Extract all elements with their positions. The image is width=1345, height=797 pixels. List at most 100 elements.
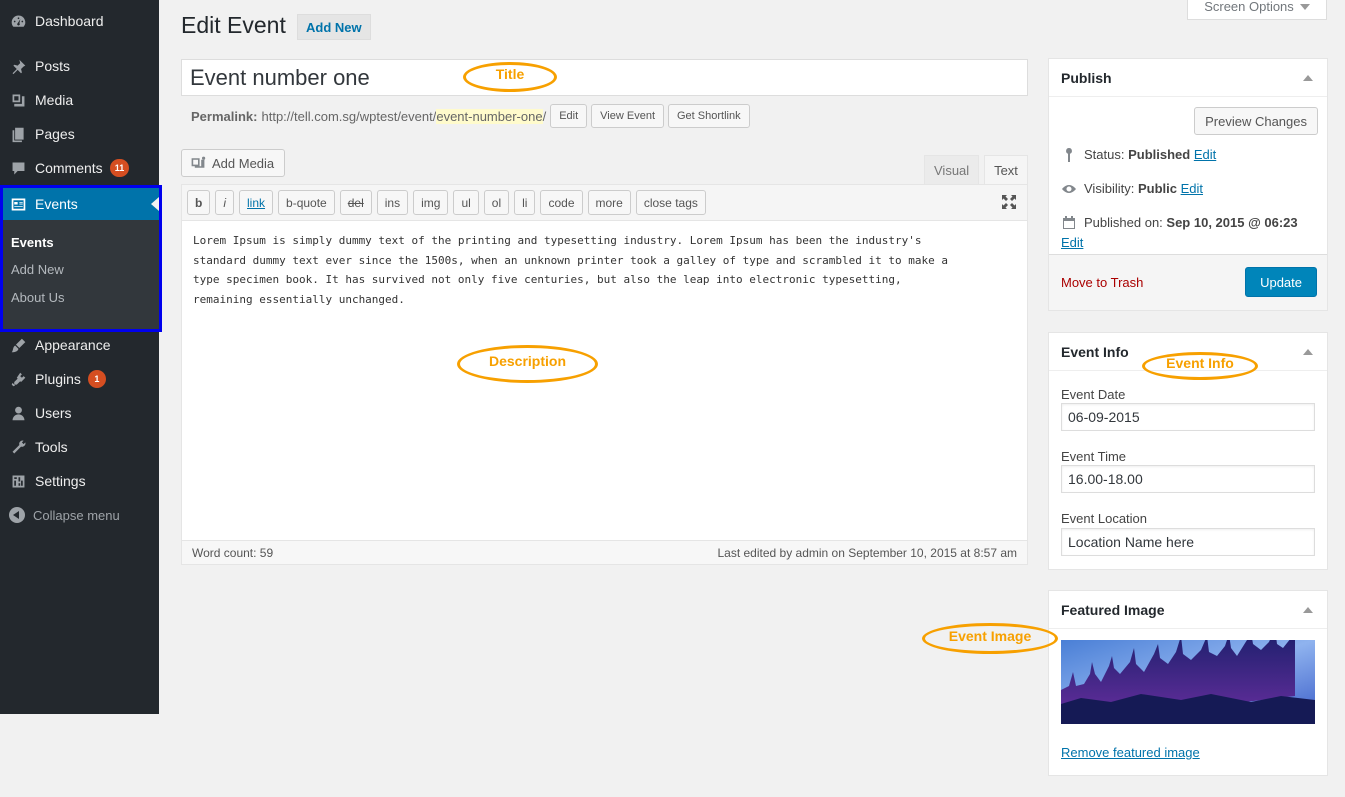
- qt-link-button[interactable]: link: [239, 190, 274, 215]
- qt-ol-button[interactable]: ol: [483, 190, 510, 215]
- qt-close-tags-button[interactable]: close tags: [635, 190, 706, 215]
- featured-image-header[interactable]: Featured Image: [1049, 591, 1327, 629]
- permalink-trail: /: [542, 108, 547, 124]
- settings-icon: [9, 472, 27, 490]
- fullscreen-icon[interactable]: [1001, 194, 1017, 210]
- eye-icon: [1062, 185, 1076, 193]
- update-button[interactable]: Update: [1245, 267, 1317, 297]
- qt-img-button[interactable]: img: [413, 190, 449, 215]
- sidebar-item-label: Events: [35, 196, 78, 212]
- sidebar-item-label: Pages: [35, 126, 75, 142]
- sidebar-item-label: Settings: [35, 473, 86, 489]
- get-shortlink-button[interactable]: Get Shortlink: [668, 104, 750, 128]
- screen-options-toggle[interactable]: Screen Options: [1187, 0, 1327, 20]
- edit-status-link[interactable]: Edit: [1194, 147, 1216, 162]
- collapse-menu-button[interactable]: Collapse menu: [0, 502, 120, 528]
- edit-date-link[interactable]: Edit: [1061, 235, 1083, 250]
- sidebar-item-label: Comments: [35, 160, 103, 176]
- sidebar-item-users[interactable]: Users: [0, 396, 159, 430]
- current-menu-arrow: [151, 197, 159, 211]
- sidebar-item-tools[interactable]: Tools: [0, 430, 159, 464]
- annotation-title: Title: [463, 62, 557, 92]
- event-info-title: Event Info: [1061, 343, 1129, 360]
- collapse-toggle-icon[interactable]: [1303, 349, 1313, 355]
- qt-bold-button[interactable]: b: [187, 190, 211, 215]
- permalink-slug[interactable]: event-number-one: [436, 108, 543, 124]
- event-date-input[interactable]: 06-09-2015: [1061, 403, 1315, 431]
- permalink-row: Permalink: http://tell.com.sg/wptest/eve…: [191, 104, 750, 128]
- sidebar-item-media[interactable]: Media: [0, 83, 159, 117]
- submenu-item-add-new[interactable]: Add New: [11, 262, 64, 277]
- plugin-icon: [9, 370, 27, 388]
- event-time-input[interactable]: 16.00-18.00: [1061, 465, 1315, 493]
- pin-icon: [9, 57, 27, 75]
- featured-image-box: Featured Image Remove featured image: [1048, 590, 1328, 776]
- content-textarea[interactable]: Lorem Ipsum is simply dummy text of the …: [193, 231, 1013, 309]
- user-icon: [9, 404, 27, 422]
- collapse-arrow-icon: [9, 507, 25, 523]
- published-on-row: Published on: Sep 10, 2015 @ 06:23: [1061, 215, 1321, 233]
- qt-ul-button[interactable]: ul: [453, 190, 479, 215]
- qt-code-button[interactable]: code: [540, 190, 583, 215]
- collapse-menu-label: Collapse menu: [33, 507, 120, 523]
- published-label: Published on:: [1084, 215, 1163, 230]
- annotation-event-image: Event Image: [922, 623, 1058, 654]
- move-to-trash-link[interactable]: Move to Trash: [1061, 275, 1143, 290]
- visibility-label: Visibility:: [1084, 181, 1135, 196]
- sidebar-item-label: Users: [35, 405, 72, 421]
- preview-changes-button[interactable]: Preview Changes: [1194, 107, 1318, 135]
- event-location-input[interactable]: Location Name here: [1061, 528, 1315, 556]
- comments-count-badge: 11: [109, 159, 130, 177]
- add-media-label: Add Media: [212, 155, 275, 171]
- page-title: Edit Event: [181, 12, 286, 38]
- edit-visibility-link[interactable]: Edit: [1181, 181, 1203, 196]
- event-date-label: Event Date: [1061, 387, 1126, 402]
- sidebar-item-appearance[interactable]: Appearance: [0, 328, 159, 362]
- qt-li-button[interactable]: li: [514, 190, 536, 215]
- sidebar-item-label: Media: [35, 92, 74, 108]
- sidebar-item-pages[interactable]: Pages: [0, 117, 159, 151]
- tab-visual[interactable]: Visual: [924, 155, 980, 185]
- media-icon: [191, 156, 206, 168]
- sidebar-item-plugins[interactable]: Plugins 1: [0, 362, 159, 396]
- remove-featured-image-link[interactable]: Remove featured image: [1061, 745, 1200, 760]
- sidebar-item-posts[interactable]: Posts: [0, 49, 159, 83]
- sidebar-item-events[interactable]: Events: [3, 188, 159, 220]
- visibility-row: Visibility: Public Edit: [1061, 181, 1203, 197]
- qt-more-button[interactable]: more: [587, 190, 631, 215]
- permalink-label: Permalink:: [191, 108, 258, 124]
- publish-box-header[interactable]: Publish: [1049, 59, 1327, 97]
- publish-box-title: Publish: [1061, 69, 1112, 86]
- featured-image-thumbnail[interactable]: [1061, 640, 1315, 724]
- quicktags-toolbar: b i link b-quote del ins img ul ol li co…: [182, 185, 1027, 221]
- published-date: Sep 10, 2015 @ 06:23: [1166, 215, 1298, 230]
- chevron-down-icon: [1299, 3, 1310, 10]
- qt-ins-button[interactable]: ins: [376, 190, 409, 215]
- qt-del-button[interactable]: del: [339, 190, 372, 215]
- featured-image-title: Featured Image: [1061, 601, 1165, 618]
- sidebar-item-settings[interactable]: Settings: [0, 464, 159, 498]
- screen-options-label: Screen Options: [1204, 0, 1294, 14]
- submenu-item-about-us[interactable]: About Us: [11, 290, 64, 305]
- sidebar-item-dashboard[interactable]: Dashboard: [0, 4, 159, 38]
- admin-sidebar: Dashboard Posts Media Pages Comments 11 …: [0, 0, 162, 714]
- tab-text[interactable]: Text: [984, 155, 1028, 185]
- pages-icon: [9, 125, 27, 143]
- add-new-button[interactable]: Add New: [297, 14, 371, 40]
- edit-slug-button[interactable]: Edit: [550, 104, 588, 128]
- add-media-button[interactable]: Add Media: [181, 149, 286, 177]
- collapse-toggle-icon[interactable]: [1303, 75, 1313, 81]
- submenu-item-events[interactable]: Events: [11, 235, 54, 250]
- post-title-input[interactable]: Event number one: [181, 59, 1028, 96]
- qt-blockquote-button[interactable]: b-quote: [278, 190, 335, 215]
- collapse-toggle-icon[interactable]: [1303, 607, 1313, 613]
- status-row: Status: Published Edit: [1061, 147, 1216, 163]
- sidebar-item-comments[interactable]: Comments 11: [0, 151, 159, 185]
- edit-date-row: Edit: [1061, 235, 1083, 250]
- calendar-icon: [1063, 216, 1075, 229]
- event-location-label: Event Location: [1061, 511, 1148, 526]
- media-icon: [9, 91, 27, 109]
- qt-italic-button[interactable]: i: [215, 190, 235, 215]
- editor-container: b i link b-quote del ins img ul ol li co…: [181, 184, 1028, 565]
- view-event-button[interactable]: View Event: [591, 104, 664, 128]
